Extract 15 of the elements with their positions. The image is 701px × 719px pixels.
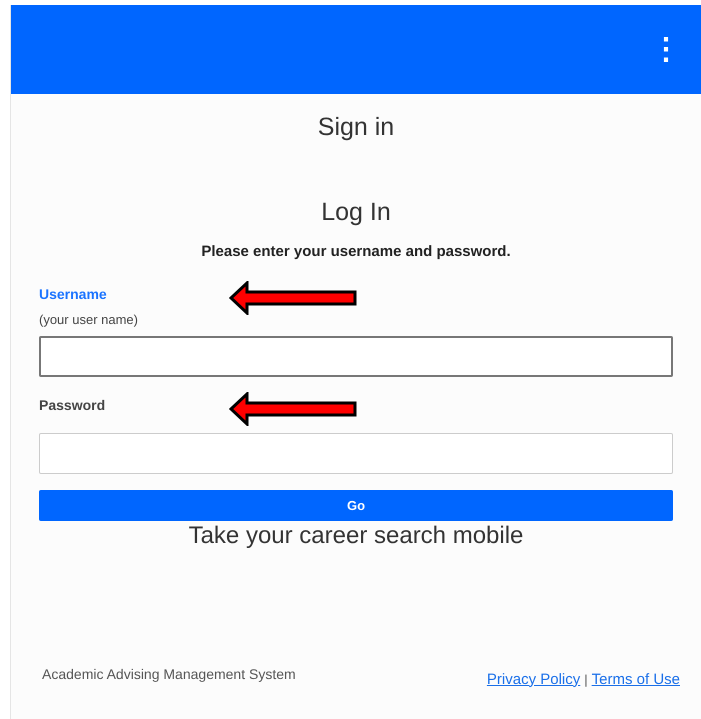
menu-button[interactable]: ⋮ <box>651 34 681 64</box>
field-label: Username <box>39 284 107 304</box>
go-button[interactable]: Go <box>39 490 673 521</box>
field-hint: (your user name) <box>39 310 138 329</box>
field-label: Password <box>39 396 106 415</box>
input-field[interactable] <box>39 433 673 474</box>
system-name: Academic Advising Management System <box>42 665 296 684</box>
footer-link[interactable]: Terms of Use <box>592 668 680 691</box>
instructions: Please enter your username and password. <box>200 242 512 262</box>
input-field[interactable] <box>39 336 673 377</box>
link-separator: | <box>584 671 588 689</box>
footer-link[interactable]: Privacy Policy <box>486 668 580 691</box>
page-title: Sign in <box>316 112 396 142</box>
form-heading: Log In <box>320 197 392 227</box>
tagline: Take your career search mobile <box>188 521 524 551</box>
